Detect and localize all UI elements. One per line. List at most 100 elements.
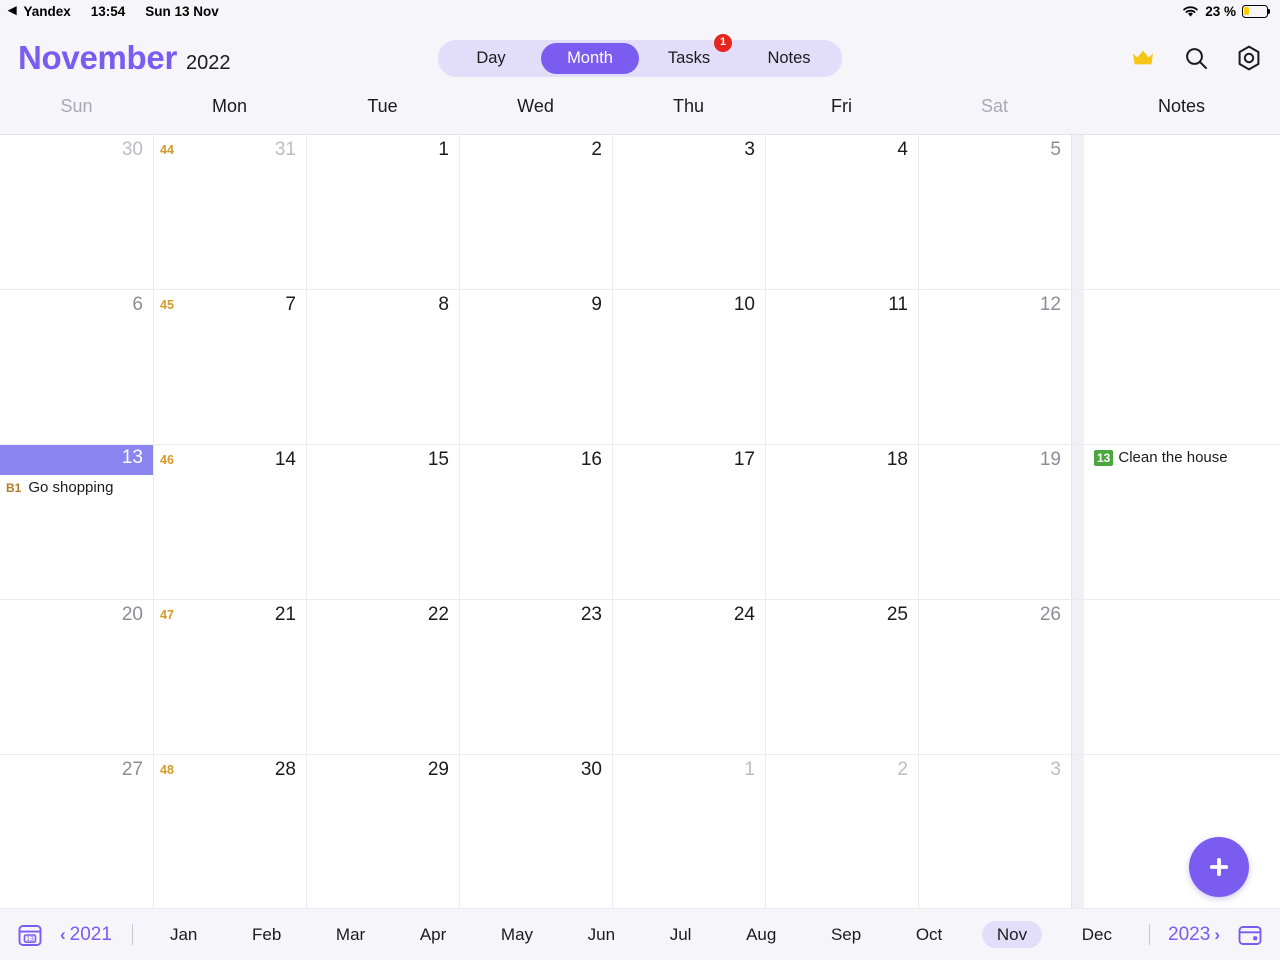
wifi-icon — [1182, 5, 1199, 18]
add-button[interactable] — [1189, 837, 1249, 897]
day-cell[interactable]: 2 — [459, 135, 612, 289]
calendar-day-icon[interactable]: 13 — [16, 921, 44, 949]
month-button-oct[interactable]: Oct — [901, 921, 957, 948]
day-cell[interactable]: 3 — [918, 755, 1071, 909]
page-title[interactable]: November 2022 — [18, 39, 231, 77]
day-cell[interactable]: 29 — [306, 755, 459, 909]
day-number: 10 — [733, 294, 755, 315]
tab-tasks[interactable]: Tasks 1 — [639, 33, 739, 74]
day-cell[interactable]: 3 — [612, 135, 765, 289]
day-cell[interactable]: 24 — [612, 600, 765, 754]
weekday-mon: Mon — [153, 94, 306, 117]
tab-notes[interactable]: Notes — [739, 43, 839, 74]
settings-icon[interactable] — [1236, 45, 1262, 71]
day-cell[interactable]: 23 — [459, 600, 612, 754]
day-cell[interactable]: 8 — [306, 290, 459, 444]
crown-icon[interactable] — [1130, 45, 1156, 71]
status-back-app-label[interactable]: Yandex — [23, 4, 70, 19]
search-icon[interactable] — [1183, 45, 1209, 71]
notes-separator — [1071, 135, 1084, 289]
day-cell[interactable]: 31 44 — [153, 135, 306, 289]
day-cell[interactable]: 14 46 — [153, 445, 306, 599]
day-number: 7 — [285, 294, 296, 315]
month-button-mar[interactable]: Mar — [321, 921, 380, 948]
day-cell[interactable]: 27 — [0, 755, 153, 909]
note-title: Clean the house — [1118, 449, 1228, 466]
day-cell[interactable]: 11 — [765, 290, 918, 444]
view-mode-segmented-control[interactable]: Day Month Tasks 1 Notes — [438, 33, 842, 77]
calendar-card-icon[interactable] — [1236, 921, 1264, 949]
month-button-jan[interactable]: Jan — [155, 921, 212, 948]
day-cell[interactable]: 22 — [306, 600, 459, 754]
day-cell[interactable]: 25 — [765, 600, 918, 754]
month-button-feb[interactable]: Feb — [237, 921, 296, 948]
notes-cell[interactable] — [1084, 755, 1279, 909]
day-cell[interactable]: 7 45 — [153, 290, 306, 444]
app-header: November 2022 Day Month Tasks 1 Notes — [0, 22, 1280, 94]
day-number: 5 — [1050, 139, 1061, 160]
notes-separator — [1071, 755, 1084, 909]
weekday-label: Mon — [211, 96, 247, 116]
chevron-left-icon: ‹ — [60, 925, 66, 944]
next-year-button[interactable]: 2023 › — [1168, 924, 1220, 946]
day-number: 22 — [427, 604, 449, 625]
day-number: 6 — [132, 294, 143, 315]
day-cell[interactable]: 16 — [459, 445, 612, 599]
notes-separator — [1071, 445, 1084, 599]
week-number: 48 — [160, 763, 174, 777]
month-button-aug[interactable]: Aug — [731, 921, 791, 948]
day-cell[interactable]: 2 — [765, 755, 918, 909]
day-cell[interactable]: 1 — [306, 135, 459, 289]
status-bar-left: ◀ Yandex 13:54 Sun 13 Nov — [8, 4, 219, 19]
day-cell[interactable]: 5 — [918, 135, 1071, 289]
day-number: 3 — [744, 139, 755, 160]
month-button-may[interactable]: May — [486, 921, 548, 948]
tab-day[interactable]: Day — [441, 43, 541, 74]
note-item[interactable]: 13 Clean the house — [1094, 449, 1275, 466]
notes-cell[interactable] — [1084, 135, 1279, 289]
month-button-dec[interactable]: Dec — [1067, 921, 1127, 948]
day-number: 2 — [591, 139, 602, 160]
day-number: 1 — [744, 759, 755, 780]
day-number: 25 — [886, 604, 908, 625]
month-button-jun[interactable]: Jun — [573, 921, 630, 948]
back-triangle-icon[interactable]: ◀ — [8, 5, 16, 16]
day-cell[interactable]: 30 — [0, 135, 153, 289]
notes-separator — [1071, 290, 1084, 444]
status-date: Sun 13 Nov — [145, 3, 219, 19]
day-cell[interactable]: 4 — [765, 135, 918, 289]
day-cell[interactable]: 1 — [612, 755, 765, 909]
day-cell[interactable]: 19 — [918, 445, 1071, 599]
day-cell[interactable]: 15 — [306, 445, 459, 599]
day-cell[interactable]: 13 B1 Go shopping — [0, 445, 153, 599]
day-cell[interactable]: 9 — [459, 290, 612, 444]
day-cell[interactable]: 18 — [765, 445, 918, 599]
day-number: 13 — [121, 447, 143, 468]
battery-icon — [1242, 4, 1271, 18]
calendar-event[interactable]: B1 Go shopping — [4, 479, 149, 496]
month-button-nov[interactable]: Nov — [981, 921, 1043, 948]
tab-tasks-label: Tasks — [667, 48, 711, 67]
notes-cell[interactable] — [1084, 290, 1279, 444]
notes-cell[interactable]: 13 Clean the house — [1084, 445, 1279, 599]
month-button-sep[interactable]: Sep — [816, 921, 876, 948]
day-cell[interactable]: 28 48 — [153, 755, 306, 909]
event-title: Go shopping — [28, 479, 114, 496]
prev-year-button[interactable]: ‹ 2021 — [60, 924, 112, 946]
day-number: 8 — [438, 294, 449, 315]
weekday-wed: Wed — [459, 94, 612, 117]
day-cell[interactable]: 26 — [918, 600, 1071, 754]
day-cell[interactable]: 12 — [918, 290, 1071, 444]
day-cell[interactable]: 20 — [0, 600, 153, 754]
notes-cell[interactable] — [1084, 600, 1279, 754]
day-cell[interactable]: 17 — [612, 445, 765, 599]
day-number: 19 — [1039, 449, 1061, 470]
day-cell[interactable]: 6 — [0, 290, 153, 444]
day-cell[interactable]: 10 — [612, 290, 765, 444]
month-button-jul[interactable]: Jul — [655, 921, 707, 948]
month-button-apr[interactable]: Apr — [405, 921, 461, 948]
tab-month[interactable]: Month — [541, 42, 639, 74]
day-cell[interactable]: 30 — [459, 755, 612, 909]
day-cell[interactable]: 21 47 — [153, 600, 306, 754]
day-number: 11 — [888, 294, 908, 315]
